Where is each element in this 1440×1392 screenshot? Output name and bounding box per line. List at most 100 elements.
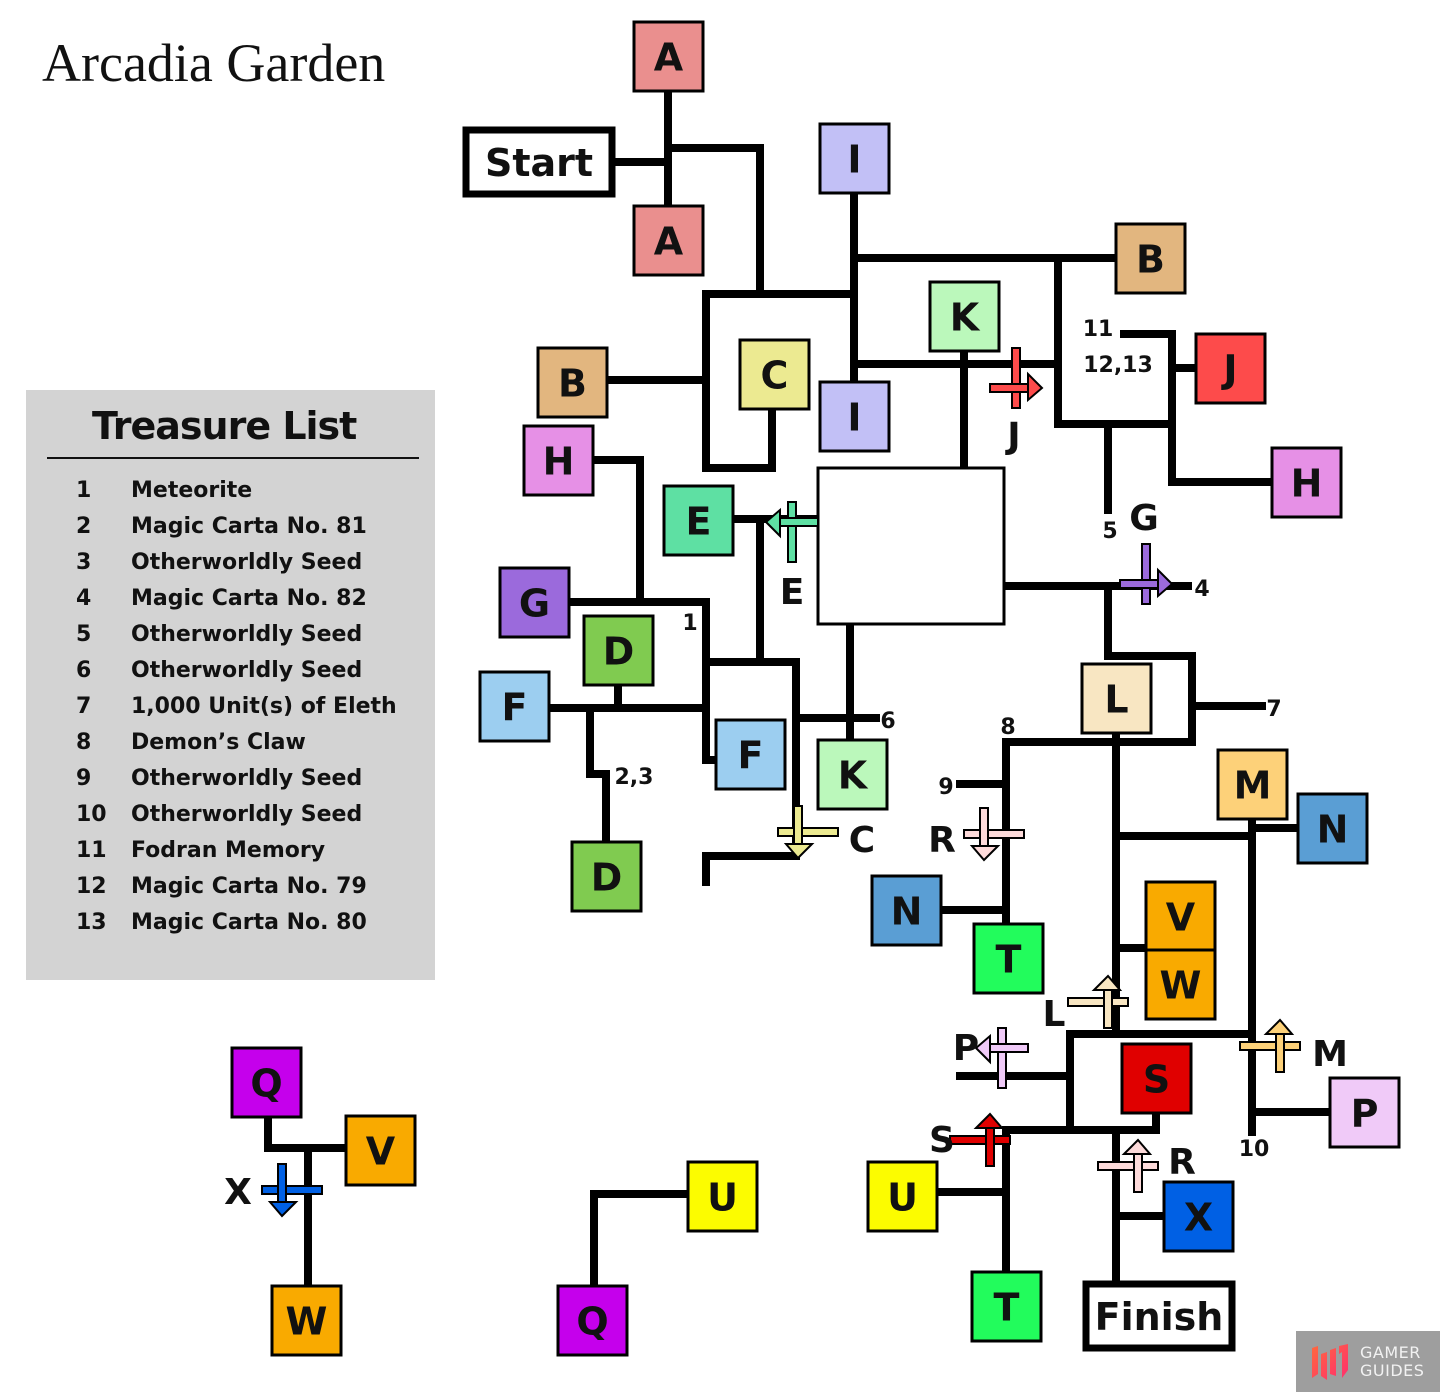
node-label: X: [1184, 1196, 1213, 1240]
treasure-marker: 4: [1194, 577, 1209, 602]
heading-divider: [47, 457, 419, 459]
warp-node-q[interactable]: Q: [230, 1046, 303, 1119]
warp-node-f[interactable]: F: [714, 718, 787, 791]
warp-node-l[interactable]: L: [1080, 662, 1153, 735]
warp-node-i[interactable]: I: [818, 380, 891, 453]
warp-node-j[interactable]: J: [1194, 332, 1267, 405]
treasure-number: 13: [76, 910, 107, 935]
warp-node-u[interactable]: U: [866, 1160, 939, 1233]
node-label: V: [1166, 896, 1196, 940]
node-label: L: [1104, 678, 1128, 722]
node-label: A: [654, 220, 684, 264]
treasure-marker: 8: [1000, 715, 1015, 740]
warp-node-b[interactable]: B: [536, 346, 609, 419]
node-label: H: [1291, 462, 1323, 506]
node-label: K: [950, 296, 981, 340]
node-label: D: [591, 856, 623, 900]
corridor-line: [586, 704, 610, 846]
node-label: D: [603, 630, 635, 674]
arrow-label: R: [1168, 1142, 1196, 1183]
node-label: F: [502, 686, 528, 730]
warp-node-f[interactable]: F: [478, 670, 551, 743]
gamer-guides-logo[interactable]: GAMER GUIDES: [1296, 1331, 1440, 1392]
warp-node-v[interactable]: V: [344, 1114, 417, 1187]
central-room: [816, 466, 1006, 626]
treasure-number: 10: [76, 802, 107, 827]
start-node[interactable]: Start: [462, 126, 616, 198]
warp-node-g[interactable]: G: [498, 566, 571, 639]
warp-node-h[interactable]: H: [522, 424, 595, 497]
warp-node-a[interactable]: A: [632, 204, 705, 277]
warp-node-h[interactable]: H: [1270, 446, 1343, 519]
node-label: W: [1160, 964, 1202, 1008]
treasure-name: Magic Carta No. 81: [131, 514, 367, 539]
warp-node-k[interactable]: K: [928, 280, 1001, 353]
logo-text-line1: GAMER: [1360, 1342, 1421, 1362]
finish-node[interactable]: Finish: [1082, 1280, 1236, 1352]
warp-node-a[interactable]: A: [632, 20, 705, 93]
treasure-marker: 7: [1266, 697, 1281, 722]
treasure-list-heading: Treasure List: [92, 404, 357, 448]
warp-node-i[interactable]: I: [818, 122, 891, 195]
node-label: Q: [576, 1300, 608, 1344]
treasure-marker: 10: [1239, 1137, 1270, 1162]
warp-node-q[interactable]: Q: [556, 1284, 629, 1357]
corridor-line: [1168, 420, 1276, 486]
treasure-name: Demon’s Claw: [131, 730, 306, 755]
warp-node-p[interactable]: P: [1328, 1076, 1401, 1149]
node-label: K: [838, 754, 869, 798]
treasure-list-item: 8 Demon’s Claw: [76, 730, 397, 766]
treasure-number: 7: [76, 694, 92, 719]
warp-node-d[interactable]: D: [582, 614, 655, 687]
treasure-list-item: 11 Fodran Memory: [76, 838, 397, 874]
treasure-number: 5: [76, 622, 92, 647]
treasure-name: Otherworldly Seed: [131, 658, 363, 683]
treasure-name: Magic Carta No. 80: [131, 910, 367, 935]
arrow-label: J: [1004, 416, 1020, 457]
warp-node-s[interactable]: S: [1120, 1042, 1193, 1115]
treasure-list-item: 4 Magic Carta No. 82: [76, 586, 397, 622]
corridor-line: [590, 456, 644, 606]
node-label: B: [1136, 238, 1165, 282]
warp-node-w[interactable]: W: [270, 1284, 343, 1357]
node-label: A: [654, 36, 684, 80]
arrow-label: S: [929, 1120, 955, 1161]
warp-node-t[interactable]: T: [970, 1270, 1043, 1343]
warp-node-b[interactable]: B: [1114, 222, 1187, 295]
one-way-arrow-e-left: E: [764, 501, 819, 613]
treasure-list-panel: Treasure List 1 Meteorite 2 Magic Carta No.…: [26, 390, 435, 980]
treasure-list-item: 3 Otherworldly Seed: [76, 550, 397, 586]
treasure-name: Magic Carta No. 82: [131, 586, 367, 611]
warp-node-k[interactable]: K: [816, 738, 889, 811]
node-label: S: [1143, 1058, 1170, 1102]
treasure-marker: 6: [880, 709, 895, 734]
node-label: I: [847, 138, 861, 182]
warp-node-v[interactable]: V: [1144, 880, 1217, 953]
node-label: P: [1351, 1092, 1379, 1136]
warp-node-t[interactable]: T: [972, 922, 1045, 995]
treasure-marker: 5: [1102, 519, 1117, 544]
treasure-marker: 9: [938, 775, 953, 800]
warp-node-x[interactable]: X: [1162, 1180, 1235, 1253]
node-label: W: [286, 1300, 328, 1344]
treasure-number: 2: [76, 514, 92, 539]
treasure-name: Meteorite: [131, 478, 253, 503]
warp-node-d[interactable]: D: [570, 840, 643, 913]
warp-node-m[interactable]: M: [1216, 748, 1289, 821]
warp-node-n[interactable]: N: [870, 874, 943, 947]
start-label: Start: [485, 141, 593, 185]
node-label: E: [686, 500, 712, 544]
warp-node-w[interactable]: W: [1144, 948, 1217, 1021]
treasure-number: 4: [76, 586, 92, 611]
warp-node-n[interactable]: N: [1296, 792, 1369, 865]
treasure-marker: 11: [1083, 317, 1114, 342]
warp-node-e[interactable]: E: [662, 484, 735, 557]
corridor-line: [264, 1112, 350, 1152]
warp-node-c[interactable]: C: [738, 338, 811, 411]
warp-node-u[interactable]: U: [686, 1160, 759, 1233]
treasure-name: Otherworldly Seed: [131, 766, 363, 791]
treasure-number: 6: [76, 658, 92, 683]
finish-label: Finish: [1095, 1295, 1224, 1339]
treasure-list-item: 5 Otherworldly Seed: [76, 622, 397, 658]
treasure-list-item: 6 Otherworldly Seed: [76, 658, 397, 694]
